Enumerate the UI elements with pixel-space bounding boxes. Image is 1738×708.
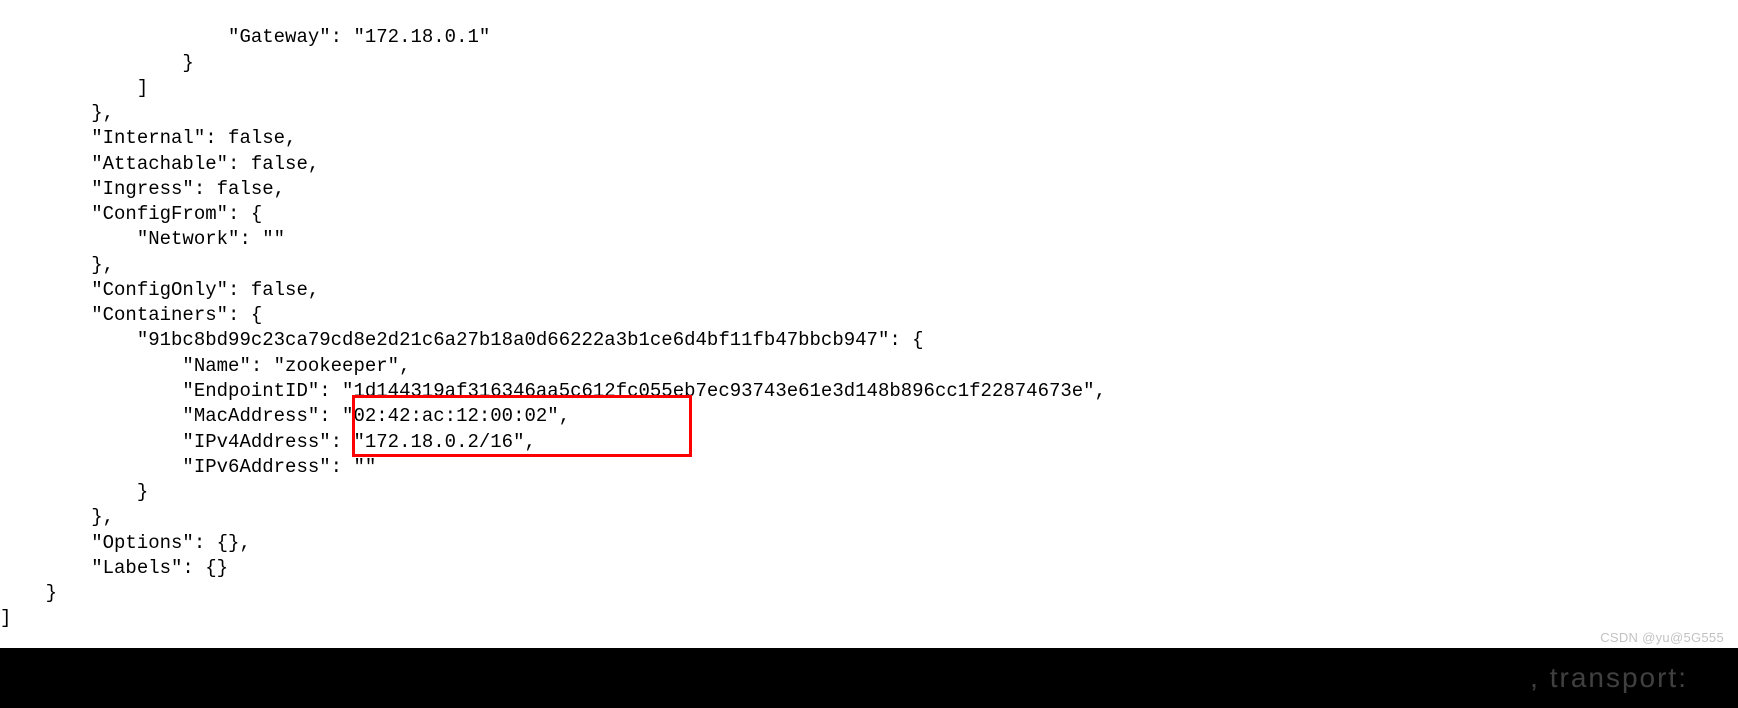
code-line: "Containers": {: [0, 304, 262, 326]
code-line: "Attachable": false,: [0, 153, 319, 175]
code-line: "Labels": {}: [0, 557, 228, 579]
code-line: "MacAddress": "02:42:ac:12:00:02",: [0, 405, 570, 427]
code-line: "ConfigFrom": {: [0, 203, 262, 225]
code-line: "IPv4Address": "172.18.0.2/16",: [0, 431, 536, 453]
code-line: "ConfigOnly": false,: [0, 279, 319, 301]
code-line: "91bc8bd99c23ca79cd8e2d21c6a27b18a0d6622…: [0, 329, 924, 351]
code-line: }: [0, 582, 57, 604]
code-line: "Internal": false,: [0, 127, 296, 149]
code-line: },: [0, 102, 114, 124]
code-line: },: [0, 254, 114, 276]
code-line: "IPv6Address": "": [0, 456, 376, 478]
code-line: ]: [0, 607, 11, 629]
csdn-watermark: CSDN @yu@5G555: [1600, 629, 1724, 646]
terminal-bottom-bar: , transport:: [0, 648, 1738, 708]
bottom-bar-text: , transport:: [1530, 659, 1688, 696]
code-line: ]: [0, 77, 148, 99]
code-line: },: [0, 506, 114, 528]
code-line: "Network": "": [0, 228, 285, 250]
code-line: "Gateway": "172.18.0.1": [0, 26, 490, 48]
code-line: "Ingress": false,: [0, 178, 285, 200]
code-line: "Options": {},: [0, 532, 251, 554]
code-line: "Name": "zookeeper",: [0, 355, 410, 377]
code-line: }: [0, 52, 194, 74]
code-line: "EndpointID": "1d144319af316346aa5c612fc…: [0, 380, 1106, 402]
code-line: }: [0, 481, 148, 503]
json-output-block: "Gateway": "172.18.0.1" } ] }, "Internal…: [0, 0, 1738, 632]
